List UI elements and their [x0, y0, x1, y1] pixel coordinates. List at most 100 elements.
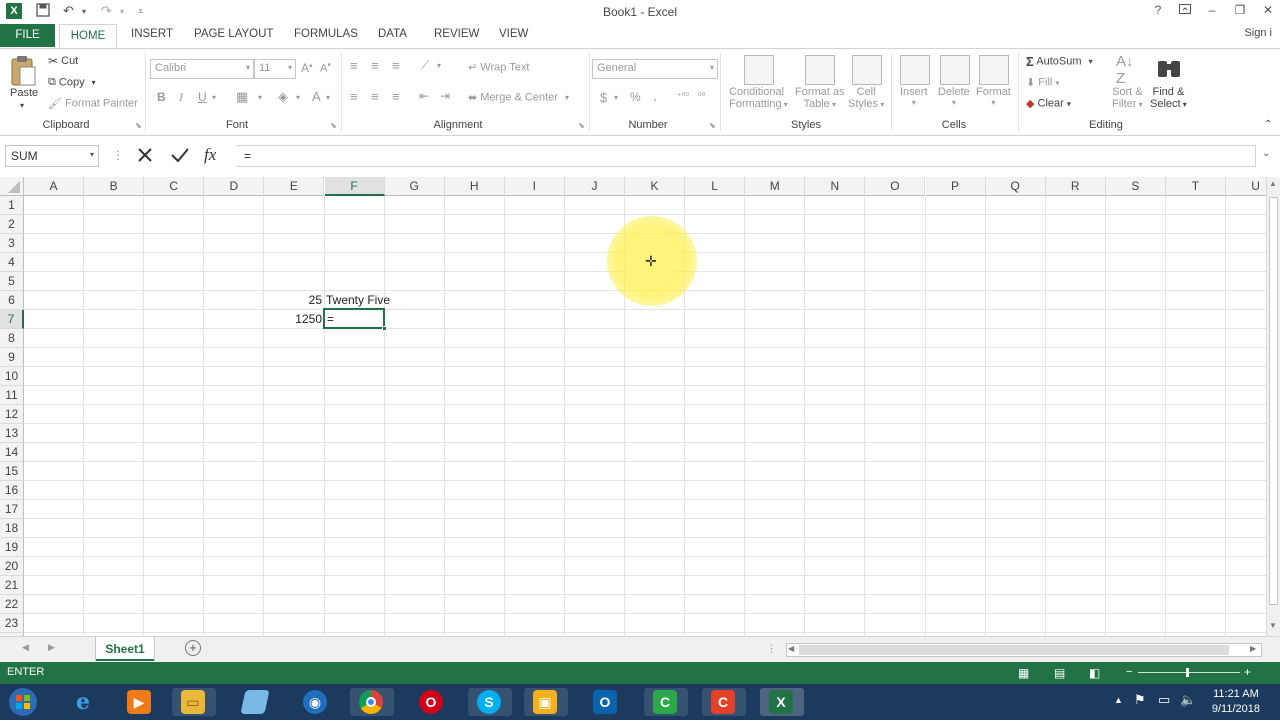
align-right-icon[interactable]: ≡	[392, 89, 400, 104]
align-center-icon[interactable]: ≡	[371, 89, 379, 104]
cell-E7[interactable]: 1250	[264, 310, 322, 328]
column-header-O[interactable]: O	[865, 177, 926, 196]
font-size-combo[interactable]: 11 ▾	[254, 59, 296, 79]
help-icon[interactable]: ?	[1148, 3, 1168, 17]
network-icon[interactable]: ▭	[1158, 692, 1170, 708]
row-header-23[interactable]: 23	[0, 614, 24, 633]
row-header-8[interactable]: 8	[0, 329, 24, 348]
font-launcher-icon[interactable]: ⬊	[330, 121, 337, 130]
middle-align-icon[interactable]: ≡	[371, 58, 379, 73]
outlook-icon[interactable]: O	[584, 688, 628, 716]
row-header-5[interactable]: 5	[0, 272, 24, 291]
font-color-icon[interactable]: A	[312, 89, 321, 104]
name-box[interactable]: SUM ▾	[5, 145, 99, 167]
paste-button[interactable]: Paste	[10, 87, 38, 99]
grow-font-icon[interactable]: A▴	[301, 61, 313, 75]
autosum-button[interactable]: Σ AutoSum ▾	[1026, 54, 1093, 69]
column-header-K[interactable]: K	[625, 177, 686, 196]
formula-input[interactable]: =	[236, 145, 1256, 167]
store-app-icon[interactable]: ▣	[524, 688, 568, 716]
row-header-6[interactable]: 6	[0, 291, 24, 310]
restore-icon[interactable]: ❐	[1230, 3, 1250, 17]
page-layout-view-icon[interactable]: ▤	[1054, 666, 1065, 680]
camtasia-green-icon[interactable]: C	[644, 688, 688, 716]
tab-formulas[interactable]: FORMULAS	[294, 28, 358, 40]
column-header-J[interactable]: J	[564, 177, 625, 196]
enter-check-icon[interactable]	[170, 146, 190, 167]
delete-cells-button[interactable]: Delete ▾	[938, 86, 970, 107]
chrome-icon[interactable]	[350, 688, 394, 716]
column-header-S[interactable]: S	[1105, 177, 1166, 196]
alignment-launcher-icon[interactable]: ⬊	[578, 121, 585, 130]
column-header-E[interactable]: E	[264, 177, 325, 196]
column-header-I[interactable]: I	[504, 177, 565, 196]
copy-button[interactable]: ⧉ Copy ▾	[48, 76, 96, 89]
italic-icon[interactable]: I	[179, 90, 183, 105]
format-painter-button[interactable]: 🖌 Format Painter	[48, 97, 138, 110]
scroll-up-icon[interactable]: ▲	[1269, 179, 1277, 188]
percent-icon[interactable]: %	[630, 90, 641, 104]
number-format-combo[interactable]: General ▾	[592, 59, 718, 79]
horizontal-scrollbar[interactable]: ◀ ▶	[786, 643, 1262, 657]
camtasia-recorder-icon[interactable]: C	[702, 688, 746, 716]
new-sheet-icon[interactable]: +	[185, 640, 201, 656]
fill-handle[interactable]	[382, 326, 387, 331]
tab-review[interactable]: REVIEW	[434, 28, 479, 40]
find-select-button[interactable]: Find & Select ▾	[1150, 86, 1187, 110]
show-hidden-icons-icon[interactable]: ▲	[1114, 695, 1123, 705]
shrink-font-icon[interactable]: A▾	[320, 61, 331, 75]
column-header-M[interactable]: M	[745, 177, 806, 196]
row-header-3[interactable]: 3	[0, 234, 24, 253]
tab-page-layout[interactable]: PAGE LAYOUT	[194, 28, 273, 40]
fill-color-dropdown-icon[interactable]: ▾	[296, 93, 300, 102]
wrap-text-button[interactable]: ↵ Wrap Text	[468, 61, 529, 74]
sort-filter-button[interactable]: Sort & Filter ▾	[1112, 86, 1143, 110]
font-color-dropdown-icon[interactable]: ▾	[326, 93, 330, 102]
column-header-F[interactable]: F	[324, 177, 385, 196]
paste-icon[interactable]	[8, 55, 38, 89]
borders-icon[interactable]: ▦	[236, 89, 248, 105]
increase-decimal-icon[interactable]: ⁺⁰⁰	[677, 91, 689, 102]
row-header-13[interactable]: 13	[0, 424, 24, 443]
row-header-9[interactable]: 9	[0, 348, 24, 367]
row-header-1[interactable]: 1	[0, 196, 24, 215]
conditional-formatting-button[interactable]: Conditional Formatting ▾	[729, 86, 788, 110]
zoom-slider[interactable]	[1138, 672, 1240, 673]
collapse-ribbon-icon[interactable]: ⌃	[1264, 119, 1272, 130]
row-header-22[interactable]: 22	[0, 595, 24, 614]
sheet-tab-sheet1[interactable]: Sheet1	[96, 637, 154, 661]
underline-dropdown-icon[interactable]: ▾	[212, 93, 216, 102]
bottom-align-icon[interactable]: ≡	[392, 58, 400, 73]
taskbar-clock[interactable]: 11:21 AM 9/11/2018	[1212, 687, 1260, 717]
top-align-icon[interactable]: ≡	[350, 58, 358, 73]
firefox-icon[interactable]: ◉	[294, 688, 338, 716]
active-cell-F7[interactable]: =	[323, 308, 387, 331]
number-launcher-icon[interactable]: ⬊	[709, 121, 716, 130]
start-button-icon[interactable]	[6, 686, 40, 718]
row-header-15[interactable]: 15	[0, 462, 24, 481]
tab-insert[interactable]: INSERT	[131, 28, 173, 40]
cell-E6[interactable]: 25	[264, 291, 322, 309]
clipboard-launcher-icon[interactable]: ⬊	[135, 121, 142, 130]
scroll-down-icon[interactable]: ▼	[1269, 621, 1277, 630]
orientation-dropdown-icon[interactable]: ▾	[437, 61, 441, 70]
tab-split-grip-icon[interactable]: ⋮	[766, 642, 777, 655]
cancel-entry-icon[interactable]	[136, 146, 154, 167]
media-player-icon[interactable]: ▶	[118, 688, 162, 716]
decrease-decimal-icon[interactable]: ⁰⁰	[698, 91, 705, 102]
borders-dropdown-icon[interactable]: ▾	[258, 93, 262, 102]
currency-dropdown-icon[interactable]: ▾	[614, 93, 618, 102]
notepad-app-icon[interactable]	[234, 688, 278, 716]
page-break-view-icon[interactable]: ◧	[1089, 666, 1100, 680]
vertical-scrollbar[interactable]: ▲ ▼	[1266, 177, 1280, 636]
horizontal-scroll-thumb[interactable]	[799, 645, 1229, 655]
zoom-out-icon[interactable]: −	[1126, 666, 1132, 678]
action-center-icon[interactable]: ⚑	[1134, 692, 1146, 708]
column-header-U[interactable]: U	[1226, 177, 1266, 196]
cell-styles-button[interactable]: Cell Styles ▾	[848, 86, 884, 110]
ribbon-display-options-icon[interactable]	[1175, 3, 1195, 17]
paste-dropdown-icon[interactable]: ▾	[20, 101, 24, 110]
format-as-table-button[interactable]: Format as Table ▾	[795, 86, 845, 110]
column-header-N[interactable]: N	[805, 177, 866, 196]
file-explorer-icon[interactable]: ▭	[172, 688, 216, 716]
